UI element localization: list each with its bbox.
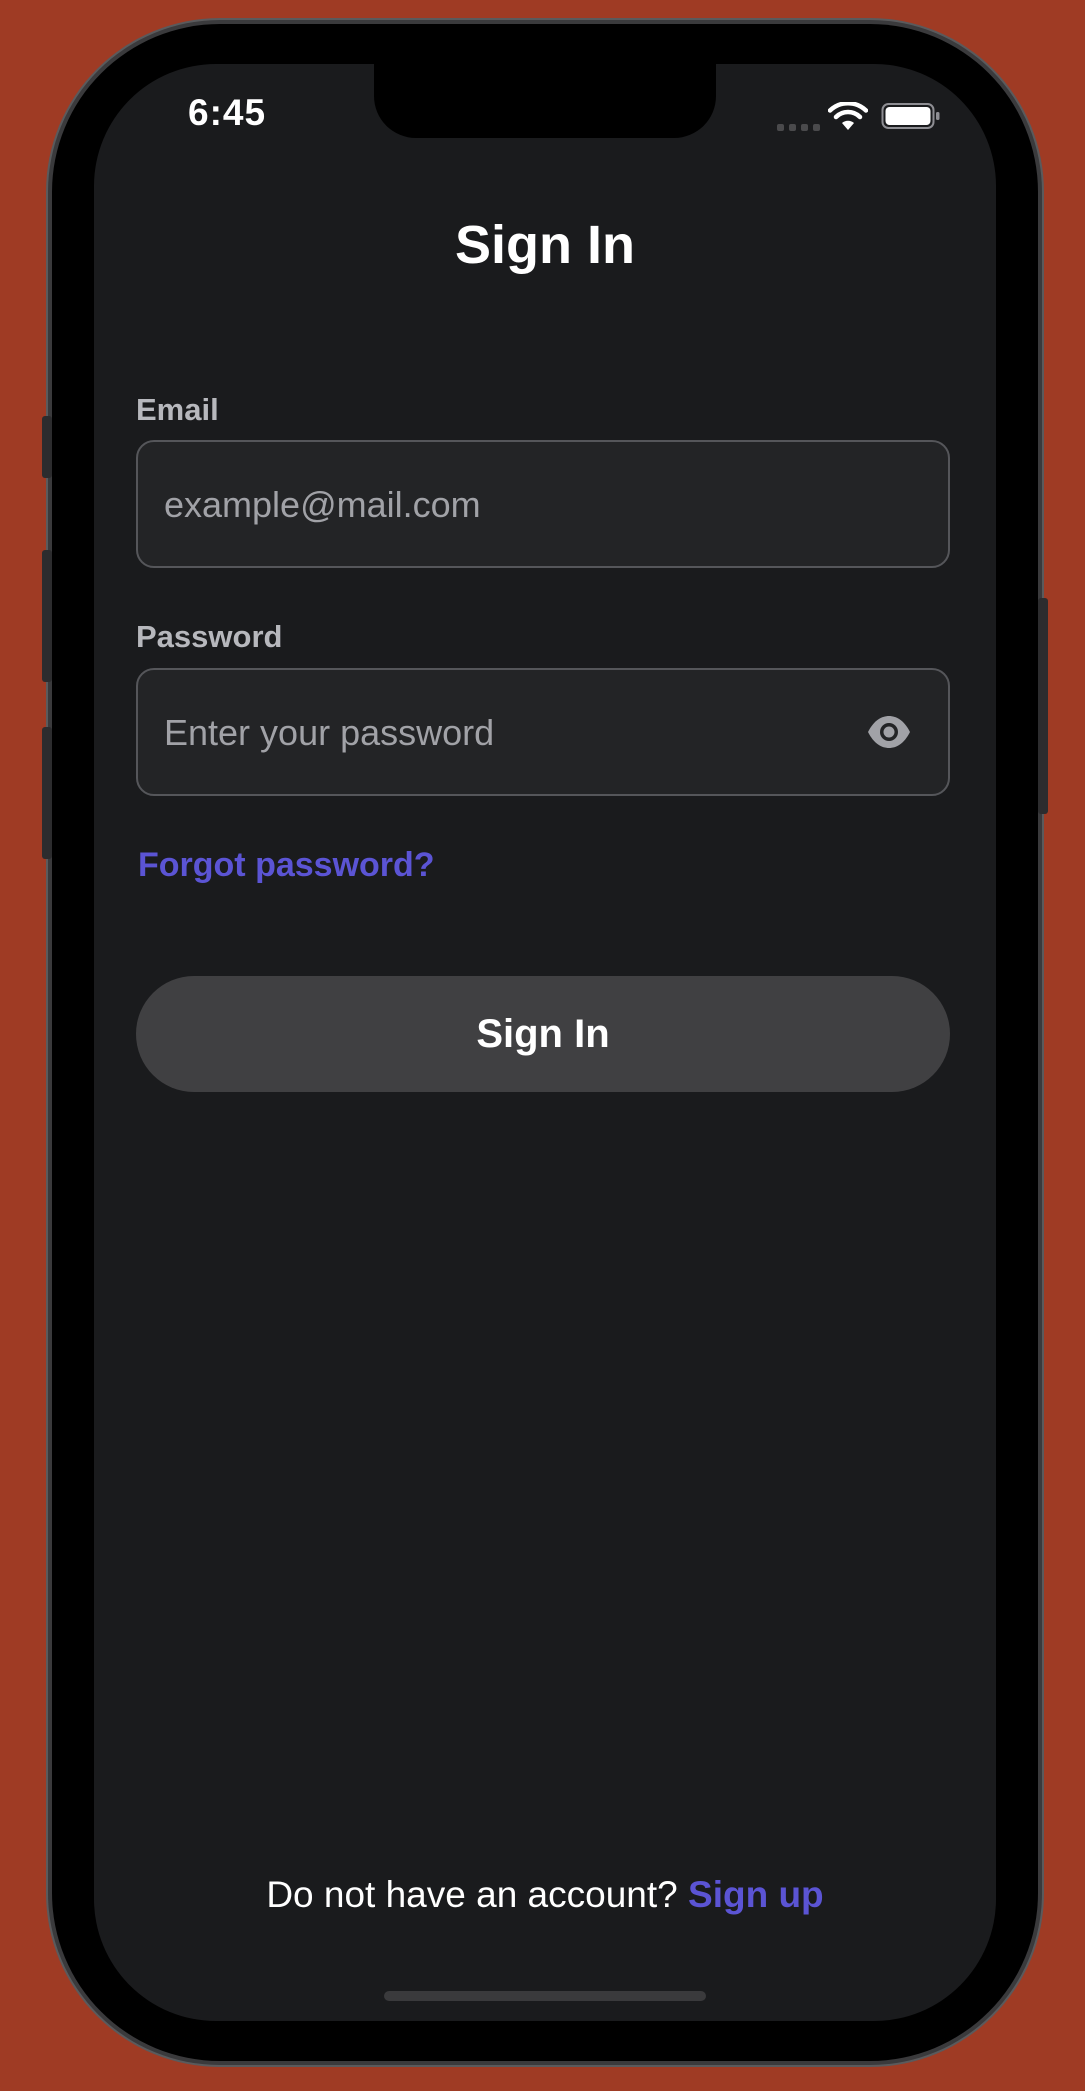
signup-prompt: Do not have an account? Sign up xyxy=(94,1874,996,1916)
password-field[interactable] xyxy=(136,668,950,796)
notch xyxy=(374,64,716,138)
cellular-signal-icon xyxy=(777,124,820,131)
app-screen: 6:45 Sign In Email Password Forgot passw… xyxy=(94,64,996,2021)
home-indicator[interactable] xyxy=(384,1991,706,2001)
password-input[interactable] xyxy=(162,670,846,796)
mute-switch xyxy=(42,416,52,478)
signup-link[interactable]: Sign up xyxy=(688,1874,824,1915)
wifi-icon xyxy=(828,102,868,130)
email-field[interactable] xyxy=(136,440,950,568)
status-time: 6:45 xyxy=(188,92,267,133)
email-input[interactable] xyxy=(162,442,846,568)
battery-icon xyxy=(881,103,940,129)
volume-down-button xyxy=(42,727,52,859)
signup-prompt-text: Do not have an account? xyxy=(266,1874,678,1915)
power-button xyxy=(1038,598,1048,814)
password-label: Password xyxy=(136,619,283,654)
volume-up-button xyxy=(42,550,52,682)
sign-in-button[interactable]: Sign In xyxy=(136,976,950,1092)
email-label: Email xyxy=(136,392,219,427)
forgot-password-link[interactable]: Forgot password? xyxy=(138,846,435,885)
page-title: Sign In xyxy=(455,215,635,275)
eye-icon[interactable] xyxy=(866,714,912,750)
